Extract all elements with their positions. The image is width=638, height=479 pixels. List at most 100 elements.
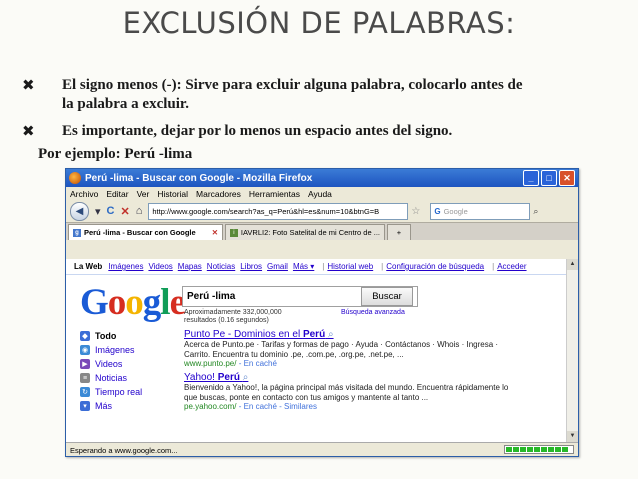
gbar-videos[interactable]: Videos bbox=[148, 262, 172, 271]
window-title: Perú -lima - Buscar con Google - Mozilla… bbox=[85, 172, 313, 184]
tab-iavrli2[interactable]: i IAVRLI2: Foto Satelital de mi Centro d… bbox=[225, 224, 385, 240]
progress-segment bbox=[527, 447, 533, 452]
status-text: Esperando a www.google.com... bbox=[70, 445, 178, 455]
bullet-text-2: Es importante, dejar por lo menos un esp… bbox=[62, 123, 453, 139]
google-favicon-icon: g bbox=[73, 228, 81, 237]
search-button[interactable]: Buscar bbox=[361, 287, 413, 306]
progress-segment bbox=[534, 447, 540, 452]
tab-bar: g Perú -lima - Buscar con Google ✕ i IAV… bbox=[66, 222, 578, 240]
sidebar-item-videos[interactable]: ▶ Videos bbox=[80, 357, 170, 371]
cache-link[interactable]: - En caché bbox=[236, 359, 277, 368]
search-placeholder: Google bbox=[443, 206, 468, 216]
sidebar-item-more[interactable]: ▾ Más bbox=[80, 399, 170, 413]
cache-link[interactable]: - En caché - Similares bbox=[236, 402, 317, 411]
gbar-images[interactable]: Imágenes bbox=[108, 262, 143, 271]
minimize-button[interactable]: _ bbox=[523, 170, 539, 186]
logo-letter: l bbox=[160, 282, 170, 323]
result-title-text: Punto Pe - Dominios en el bbox=[184, 329, 303, 340]
menu-editar[interactable]: Editar bbox=[106, 189, 128, 199]
page-favicon-icon: i bbox=[230, 228, 238, 237]
menu-herramientas[interactable]: Herramientas bbox=[249, 189, 300, 199]
logo-letter: o bbox=[107, 282, 126, 323]
result-url-text: pe.yahoo.com/ bbox=[184, 402, 237, 411]
menu-historial[interactable]: Historial bbox=[157, 189, 188, 199]
bullet-1-line-2: la palabra a excluir. bbox=[62, 96, 189, 112]
result-snippet-1: Acerca de Punto.pe · Tarifas y formas de… bbox=[184, 340, 499, 349]
vertical-scrollbar[interactable]: ▲ ▼ bbox=[566, 259, 578, 442]
sidebar-item-news[interactable]: ≡ Noticias bbox=[80, 371, 170, 385]
stats-line-1: Aproximadamente 332,000,000 bbox=[184, 309, 282, 316]
menu-archivo[interactable]: Archivo bbox=[70, 189, 98, 199]
progress-segment bbox=[520, 447, 526, 452]
status-bar: Esperando a www.google.com... bbox=[66, 442, 578, 456]
sidebar-item-images[interactable]: ◉ Imágenes bbox=[80, 343, 170, 357]
progress-segment bbox=[548, 447, 554, 452]
result-stats: Aproximadamente 332,000,000 resultados (… bbox=[184, 309, 282, 325]
result-snippet-2: Carrito. Encuentra tu dominio .pe, .com.… bbox=[184, 349, 404, 359]
stats-line-2: resultados (0.16 segundos) bbox=[184, 317, 269, 324]
new-tab-button[interactable]: + bbox=[387, 224, 411, 240]
gbar-books[interactable]: Libros bbox=[240, 262, 262, 271]
google-bar: La Web Imágenes Videos Mapas Noticias Li… bbox=[66, 259, 566, 275]
gbar-web[interactable]: La Web bbox=[74, 262, 102, 271]
gbar-more[interactable]: Más ▾ bbox=[293, 262, 314, 271]
title-bar: Perú -lima - Buscar con Google - Mozilla… bbox=[66, 169, 578, 187]
all-results-icon: ◆ bbox=[80, 331, 90, 341]
sidebar-item-label: Videos bbox=[95, 359, 123, 369]
history-dropdown-icon[interactable]: ▾ bbox=[95, 205, 101, 218]
tab-close-icon[interactable]: ✕ bbox=[212, 228, 218, 237]
sidebar-item-realtime[interactable]: ↻ Tiempo real bbox=[80, 385, 170, 399]
preview-magnifier-icon[interactable]: ⌕ bbox=[328, 329, 334, 340]
tab-google-search[interactable]: g Perú -lima - Buscar con Google ✕ bbox=[68, 224, 223, 240]
tab-label: Perú -lima - Buscar con Google bbox=[84, 228, 196, 237]
progress-segment bbox=[513, 447, 519, 452]
gbar-gmail[interactable]: Gmail bbox=[267, 262, 288, 271]
google-results-page: La Web Imágenes Videos Mapas Noticias Li… bbox=[66, 259, 566, 442]
scroll-down-icon[interactable]: ▼ bbox=[567, 431, 578, 442]
result-url: pe.yahoo.com/ - En caché - Similares bbox=[184, 402, 544, 411]
sidebar-item-label: Imágenes bbox=[95, 345, 135, 355]
google-engine-icon[interactable]: G bbox=[434, 207, 440, 216]
search-input[interactable]: G Google bbox=[430, 202, 531, 220]
result-snippet-2: que buscas, ponte en contacto con tus am… bbox=[184, 392, 429, 402]
url-bar[interactable]: http://www.google.com/search?as_q=Perú&h… bbox=[148, 202, 409, 220]
result-snippet-1: Bienvenido a Yahoo!, la página principal… bbox=[184, 383, 509, 392]
menu-ayuda[interactable]: Ayuda bbox=[308, 189, 332, 199]
film-icon: ▶ bbox=[80, 359, 90, 369]
gbar-maps[interactable]: Mapas bbox=[178, 262, 202, 271]
menu-ver[interactable]: Ver bbox=[137, 189, 150, 199]
maximize-button[interactable]: □ bbox=[541, 170, 557, 186]
gbar-news[interactable]: Noticias bbox=[207, 262, 235, 271]
result-title-text: Yahoo! bbox=[184, 372, 218, 383]
gbar-history[interactable]: Historial web bbox=[327, 262, 373, 271]
loading-progress-bar bbox=[504, 445, 574, 454]
scroll-up-icon[interactable]: ▲ bbox=[567, 259, 578, 270]
stop-icon[interactable]: ✕ bbox=[120, 205, 129, 218]
result-title-link[interactable]: Yahoo! Perú ⌕ bbox=[184, 372, 544, 383]
google-logo[interactable]: Google bbox=[80, 281, 186, 324]
newspaper-icon: ≡ bbox=[80, 373, 90, 383]
search-icon[interactable]: ⌕ bbox=[533, 206, 538, 217]
sidebar-item-label: Noticias bbox=[95, 373, 128, 383]
home-icon[interactable]: ⌂ bbox=[136, 205, 143, 217]
preview-magnifier-icon[interactable]: ⌕ bbox=[243, 372, 249, 383]
result-title-bold: Perú bbox=[217, 372, 240, 383]
browser-window: Perú -lima - Buscar con Google - Mozilla… bbox=[65, 168, 579, 457]
menu-marcadores[interactable]: Marcadores bbox=[196, 189, 241, 199]
close-button[interactable]: ✕ bbox=[559, 170, 575, 186]
navigation-toolbar: ◀ ▾ C ✕ ⌂ http://www.google.com/search?a… bbox=[66, 200, 578, 222]
advanced-search-link[interactable]: Búsqueda avanzada bbox=[341, 309, 405, 316]
separator: | bbox=[322, 262, 325, 271]
progress-segment bbox=[506, 447, 512, 452]
result-title-link[interactable]: Punto Pe - Dominios en el Perú ⌕ bbox=[184, 329, 544, 340]
reload-icon[interactable]: C bbox=[107, 205, 115, 217]
gbar-settings[interactable]: Configuración de búsqueda bbox=[386, 262, 484, 271]
logo-letter: g bbox=[142, 282, 161, 323]
sidebar-item-label: Tiempo real bbox=[95, 387, 143, 397]
gbar-signin[interactable]: Acceder bbox=[497, 262, 526, 271]
firefox-icon bbox=[69, 172, 81, 184]
bookmark-star-icon[interactable]: ☆ bbox=[411, 206, 420, 217]
back-button[interactable]: ◀ bbox=[70, 201, 89, 221]
sidebar-item-all[interactable]: ◆ Todo bbox=[80, 329, 170, 343]
separator: | bbox=[492, 262, 495, 271]
